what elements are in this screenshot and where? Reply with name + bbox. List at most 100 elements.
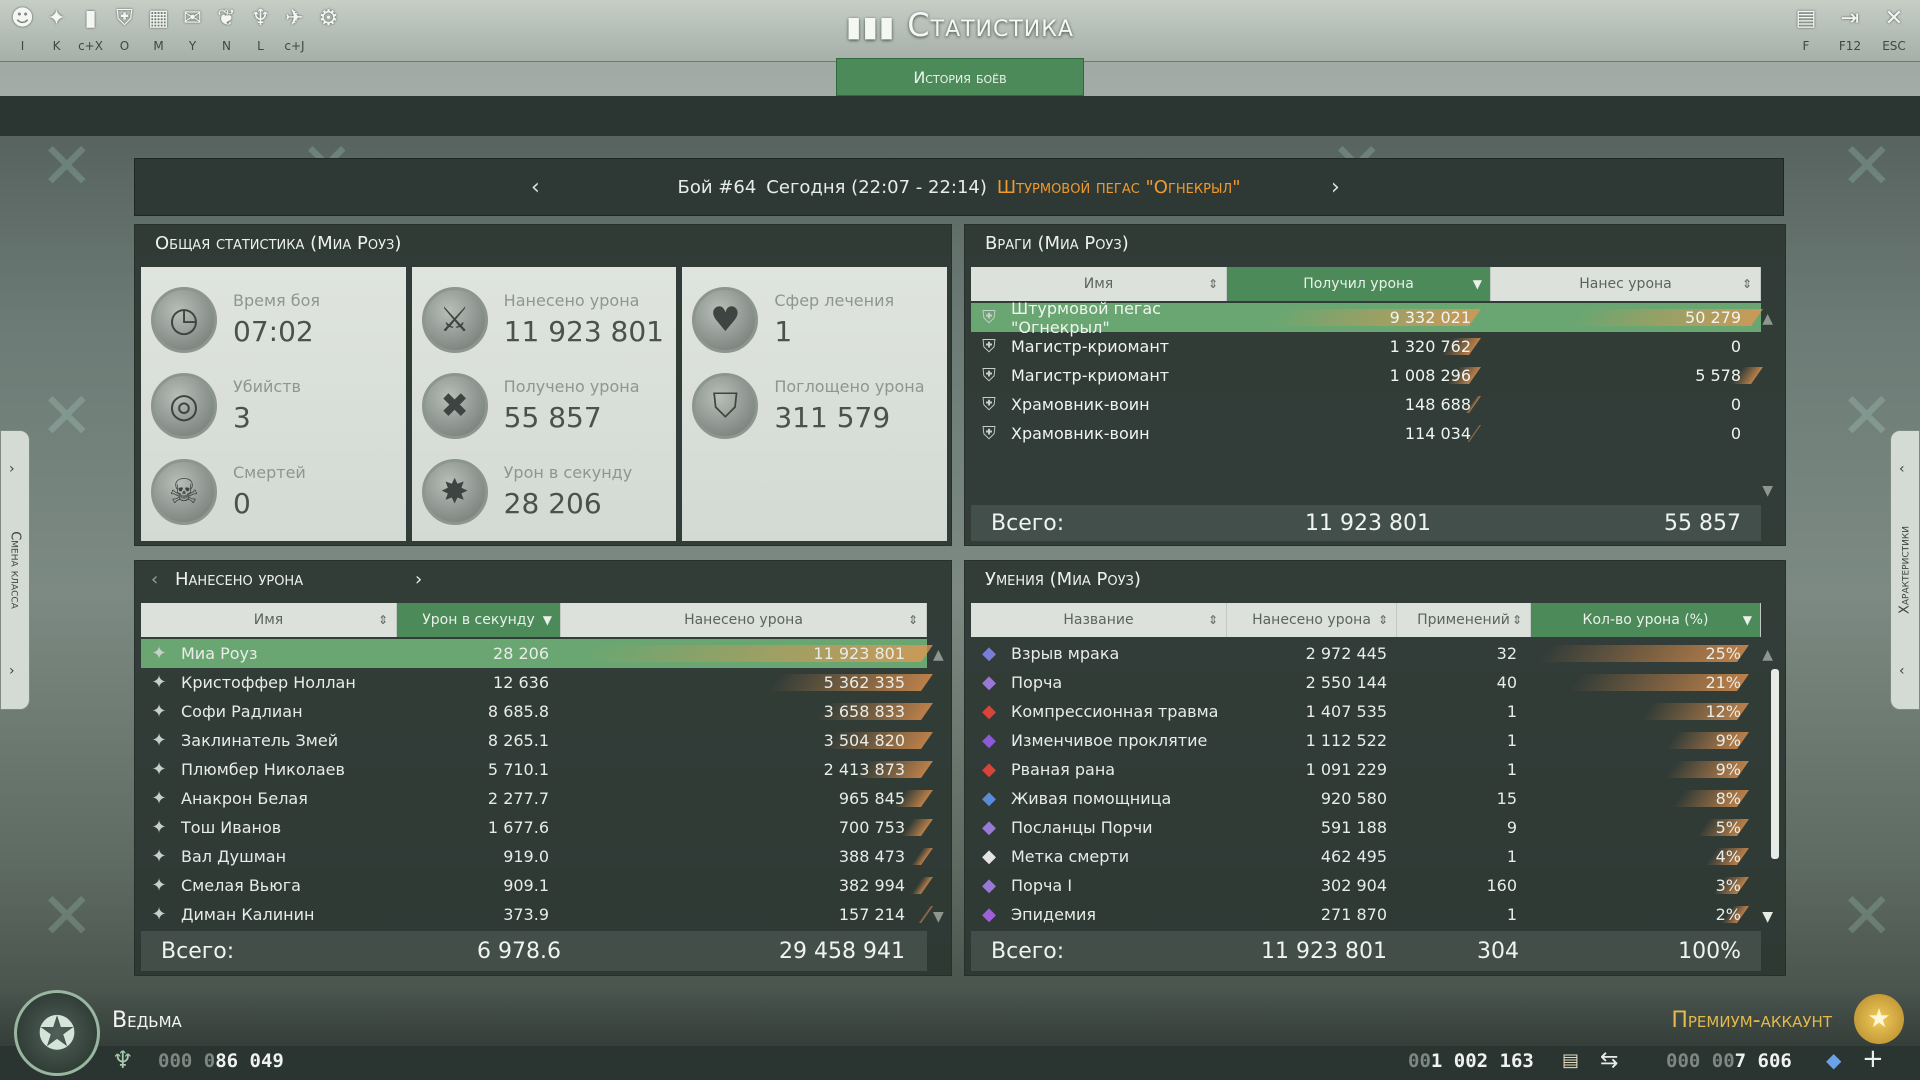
- player-name: Вал Душман: [181, 847, 287, 866]
- table-row[interactable]: ◆ Посланцы Порчи 591 188 9 5%: [971, 813, 1761, 842]
- table-row[interactable]: ✦ Плюмбер Николаев 5 710.1 2 413 873: [141, 755, 933, 784]
- next-chevron-icon[interactable]: ›: [415, 561, 422, 599]
- premium-account-label[interactable]: Премиум-аккаунт: [1671, 1008, 1832, 1033]
- table-row[interactable]: ✦ Заклинатель Змей 8 265.1 3 504 820: [141, 726, 933, 755]
- player-class-icon: ✦: [151, 759, 167, 780]
- tab-class-change[interactable]: › Смена класса ›: [0, 430, 30, 710]
- scroll-down-icon[interactable]: ▼: [933, 909, 944, 925]
- stat-label: Урон в секунду: [503, 463, 633, 482]
- statistics-title-icon: ▮▮▮: [846, 10, 896, 43]
- stat-item: ⛉ Поглощено урона 311 579: [692, 367, 942, 447]
- table-row[interactable]: ◆ Рваная рана 1 091 229 1 9%: [971, 755, 1761, 784]
- dealt-col-dps[interactable]: Урон в секунду ▼: [397, 603, 561, 637]
- table-row[interactable]: ✦ Диман Калинин 373.9 157 214: [141, 900, 933, 929]
- stat-value: 311 579: [774, 401, 891, 434]
- enemy-name: Храмовник-воин: [1011, 395, 1150, 414]
- skill-uses: 1: [1506, 702, 1517, 721]
- skill-percent: 5%: [1715, 818, 1741, 837]
- stat-item: ⚔ Нанесено урона 11 923 801: [421, 281, 672, 361]
- tab-characteristics[interactable]: ‹ Характеристики ‹: [1890, 430, 1920, 710]
- table-row[interactable]: ✦ Тош Иванов 1 677.6 700 753: [141, 813, 933, 842]
- table-row[interactable]: ◆ Эпидемия 271 870 1 2%: [971, 900, 1761, 929]
- skills-col-name[interactable]: Название ⇕: [971, 603, 1227, 637]
- damage-bar: [918, 906, 933, 923]
- skill-name: Изменчивое проклятие: [1011, 731, 1208, 750]
- add-currency-icon[interactable]: +: [1862, 1044, 1884, 1074]
- enemies-col-received[interactable]: Получил урона ▼: [1227, 267, 1491, 301]
- skill-uses: 1: [1506, 760, 1517, 779]
- enemies-col-name[interactable]: Имя ⇕: [971, 267, 1227, 301]
- prev-battle-arrow-icon[interactable]: ‹: [531, 175, 540, 200]
- player-dps: 5 710.1: [487, 760, 549, 779]
- skill-damage: 1 091 229: [1305, 760, 1387, 779]
- col-label: Кол-во урона (%): [1582, 612, 1709, 628]
- table-row[interactable]: ◆ Порча 2 550 144 40 21%: [971, 668, 1761, 697]
- table-row[interactable]: ⛨ Штурмовой пегас "Огнекрыл" 9 332 021 50 2…: [971, 299, 1763, 337]
- stats-column: ⚔ Нанесено урона 11 923 801 ✖ Получено урона…: [411, 267, 677, 541]
- table-row[interactable]: ⛨ Магистр-криомант 1 008 296 5 578: [971, 361, 1763, 390]
- gold-coins-icon: ▤: [1562, 1050, 1580, 1071]
- table-row[interactable]: ✦ Смелая Вьюга 909.1 382 994: [141, 871, 933, 900]
- skill-name: Компрессионная травма: [1011, 702, 1219, 721]
- skill-name: Взрыв мрака: [1011, 644, 1120, 663]
- player-class-icon: ✦: [151, 788, 167, 809]
- table-row[interactable]: ◆ Компрессионная травма 1 407 535 1 12%: [971, 697, 1761, 726]
- skills-col-percent[interactable]: Кол-во урона (%) ▼: [1531, 603, 1761, 637]
- scroll-down-icon[interactable]: ▼: [1762, 483, 1773, 499]
- chevron-right-icon: ›: [9, 461, 15, 477]
- table-row[interactable]: ⛨ Магистр-криомант 1 320 762 0: [971, 332, 1761, 361]
- tab-battle-history[interactable]: История боёв: [836, 58, 1084, 96]
- skills-col-uses[interactable]: Применений ⇕: [1397, 603, 1531, 637]
- skill-percent: 3%: [1715, 876, 1741, 895]
- player-name: Смелая Вьюга: [181, 876, 301, 895]
- enemy-received: 1 320 762: [1389, 337, 1471, 356]
- table-row[interactable]: ◆ Изменчивое проклятие 1 112 522 1 9%: [971, 726, 1761, 755]
- table-row[interactable]: ✦ Софи Радлиан 8 685.8 3 658 833: [141, 697, 933, 726]
- player-name: Тош Иванов: [181, 818, 282, 837]
- stat-value: 11 923 801: [503, 315, 664, 348]
- table-row[interactable]: ⛨ Храмовник-воин 148 688 0: [971, 390, 1761, 419]
- table-row[interactable]: ◆ Метка смерти 462 495 1 4%: [971, 842, 1761, 871]
- table-row[interactable]: ✦ Миа Роуз 28 206 11 923 801: [141, 639, 933, 668]
- scroll-up-icon[interactable]: ▲: [1762, 647, 1773, 663]
- table-row[interactable]: ◆ Порча I 302 904 160 3%: [971, 871, 1761, 900]
- window-title-text: Статистика: [907, 6, 1074, 44]
- table-row[interactable]: ✦ Вал Душман 919.0 388 473: [141, 842, 933, 871]
- exchange-icon[interactable]: ⇆: [1600, 1048, 1618, 1073]
- scrollbar-thumb[interactable]: [1771, 669, 1779, 859]
- skill-icon: ◆: [982, 904, 996, 925]
- next-battle-arrow-icon[interactable]: ›: [1331, 175, 1340, 200]
- top-toolbar: ☻ I ✦ K ▮ c+X ⛨ O ▦ M ✉ Y ❦ N ♆ L ✈ c+J ⚙ ▤ F ⇥ F12 ✕ ESC ▮▮▮ Ст…: [0, 0, 1920, 62]
- skill-percent: 2%: [1715, 905, 1741, 924]
- skill-percent: 12%: [1705, 702, 1741, 721]
- player-class-icon: ✦: [151, 643, 167, 664]
- prev-chevron-icon[interactable]: ‹: [151, 561, 158, 599]
- scroll-down-icon[interactable]: ▼: [1762, 909, 1773, 925]
- enemies-col-dealt[interactable]: Нанес урона ⇕: [1491, 267, 1761, 301]
- skill-uses: 1: [1506, 905, 1517, 924]
- table-row[interactable]: ◆ Живая помощница 920 580 15 8%: [971, 784, 1761, 813]
- general-stats-panel: Общая статистика (Миа Роуз) ◷ Время боя 07…: [134, 224, 952, 546]
- damage-bar: [911, 848, 933, 865]
- scroll-up-icon[interactable]: ▲: [933, 647, 944, 663]
- stat-label: Сфер лечения: [774, 291, 895, 310]
- skill-damage: 1 407 535: [1305, 702, 1387, 721]
- dealt-col-total[interactable]: Нанесено урона ⇕: [561, 603, 927, 637]
- skill-icon: ◆: [982, 672, 996, 693]
- total-damage: 11 923 801: [1261, 938, 1387, 964]
- enemy-name: Магистр-криомант: [1011, 337, 1170, 356]
- table-row[interactable]: ⛨ Храмовник-воин 114 034 0: [971, 419, 1761, 448]
- skill-name: Рваная рана: [1011, 760, 1116, 779]
- player-total: 157 214: [838, 905, 905, 924]
- table-row[interactable]: ✦ Анакрон Белая 2 277.7 965 845: [141, 784, 933, 813]
- premium-star-icon[interactable]: ★: [1854, 994, 1904, 1044]
- table-row[interactable]: ✦ Кристоффер Ноллан 12 636 5 362 335: [141, 668, 933, 697]
- skills-col-damage[interactable]: Нанесено урона ⇕: [1227, 603, 1397, 637]
- scroll-up-icon[interactable]: ▲: [1762, 311, 1773, 327]
- skill-damage: 2 972 445: [1305, 644, 1387, 663]
- witch-class-icon[interactable]: ✪: [14, 990, 100, 1076]
- dealt-col-name[interactable]: Имя ⇕: [141, 603, 397, 637]
- table-row[interactable]: ◆ Взрыв мрака 2 972 445 32 25%: [971, 639, 1761, 668]
- skill-damage: 302 904: [1320, 876, 1387, 895]
- stat-label: Получено урона: [503, 377, 640, 396]
